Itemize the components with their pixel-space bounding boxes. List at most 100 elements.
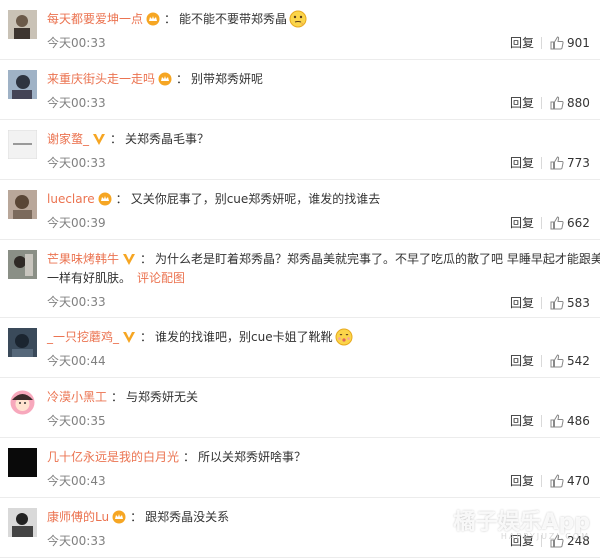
vip-v-badge-icon	[122, 252, 136, 266]
avatar[interactable]	[8, 328, 37, 357]
comment-text: 关郑秀晶毛事？	[125, 132, 210, 146]
like-count: 486	[567, 414, 590, 428]
action-divider	[541, 217, 542, 229]
watermark-subtitle: HAPPYJUZI.COM	[500, 532, 590, 541]
vip-v-badge-icon	[92, 132, 106, 146]
action-divider	[541, 97, 542, 109]
comment-time: 今天00:33	[47, 96, 106, 110]
like-count: 583	[567, 296, 590, 310]
comment-item: 来重庆街头走一走吗 ： 别带郑秀妍呢 今天00:33 回复 880	[0, 60, 600, 120]
comment-item: 冷漠小黑工 ： 与郑秀妍无关 今天00:35 回复 486	[0, 378, 600, 438]
comment-text: 跟郑秀晶没关系	[145, 510, 230, 524]
watermark: 橘子娱乐App HAPPYJUZI.COM	[420, 504, 590, 548]
comment-text: 别带郑秀妍呢	[191, 72, 264, 86]
avatar[interactable]	[8, 250, 37, 279]
username-link[interactable]: 几十亿永远是我的白月光	[47, 448, 179, 466]
username-link[interactable]: 每天都要爱坤一点	[47, 10, 143, 28]
comment-time: 今天00:39	[47, 216, 106, 230]
like-count: 662	[567, 216, 590, 230]
username-link[interactable]: 冷漠小黑工	[47, 388, 107, 406]
reply-button[interactable]: 回复	[510, 95, 534, 111]
action-divider	[541, 37, 542, 49]
comment-text-continued: 一样有好肌肤。 评论配图	[47, 269, 185, 287]
username-link[interactable]: 谢家蝥_	[47, 130, 89, 148]
thumbs-up-icon	[550, 216, 564, 230]
action-divider	[541, 157, 542, 169]
comment-time: 今天00:35	[47, 414, 106, 428]
colon: ：	[183, 450, 196, 464]
colon: ：	[111, 390, 124, 404]
colon: ：	[140, 252, 153, 266]
username-link[interactable]: 康师傅的Lu	[47, 508, 109, 526]
action-divider	[541, 475, 542, 487]
reply-button[interactable]: 回复	[510, 215, 534, 231]
action-divider	[541, 297, 542, 309]
avatar[interactable]	[8, 190, 37, 219]
like-count: 470	[567, 474, 590, 488]
thumbs-up-icon	[550, 296, 564, 310]
crown-badge-icon	[112, 510, 126, 524]
colon: ：	[164, 12, 177, 26]
like-button[interactable]: 901	[550, 35, 590, 51]
comment-item: _一只挖蘑鸡_ ： 谁发的找谁吧，别cue卡姐了靴靴 今天00:44 回复 54…	[0, 318, 600, 378]
colon: ：	[140, 330, 153, 344]
comment-image-link[interactable]: 评论配图	[137, 271, 185, 285]
comment-list: 每天都要爱坤一点 ： 能不能不要带郑秀晶 今天00:33 回复 901 来重庆街…	[0, 0, 600, 558]
avatar[interactable]	[8, 388, 37, 417]
reply-button[interactable]: 回复	[510, 353, 534, 369]
comment-item: 几十亿永远是我的白月光 ： 所以关郑秀妍啥事？ 今天00:43 回复 470	[0, 438, 600, 498]
like-button[interactable]: 880	[550, 95, 590, 111]
comment-text: 能不能不要带郑秀晶	[179, 12, 288, 26]
comment-time: 今天00:33	[47, 295, 106, 309]
username-link[interactable]: 来重庆街头走一走吗	[47, 70, 155, 88]
like-button[interactable]: 470	[550, 473, 590, 489]
like-count: 542	[567, 354, 590, 368]
username-link[interactable]: 芒果味烤韩牛	[47, 250, 119, 268]
like-button[interactable]: 773	[550, 155, 590, 171]
crown-badge-icon	[98, 192, 112, 206]
comment-text-line2: 一样有好肌肤。	[47, 271, 132, 285]
action-divider	[541, 355, 542, 367]
thumbs-up-icon	[550, 354, 564, 368]
comment-time: 今天00:44	[47, 354, 106, 368]
avatar[interactable]	[8, 130, 37, 159]
reply-button[interactable]: 回复	[510, 295, 534, 311]
thumbs-up-icon	[550, 474, 564, 488]
thumbs-up-icon	[550, 36, 564, 50]
avatar[interactable]	[8, 10, 37, 39]
thumbs-up-icon	[550, 414, 564, 428]
thumbs-up-icon	[550, 156, 564, 170]
reply-button[interactable]: 回复	[510, 155, 534, 171]
like-count: 901	[567, 36, 590, 50]
crown-badge-icon	[158, 72, 172, 86]
crown-badge-icon	[146, 12, 160, 26]
thinking-face-emoji-icon	[289, 10, 307, 28]
comment-text: 所以关郑秀妍啥事？	[198, 450, 307, 464]
comment-text: 为什么老是盯着郑秀晶？郑秀晶美就完事了。不早了吃瓜的散了吧 早睡早起才能跟美女	[155, 252, 600, 266]
colon: ：	[115, 192, 128, 206]
comment-text: 谁发的找谁吧，别cue卡姐了靴靴	[155, 330, 333, 344]
like-button[interactable]: 486	[550, 413, 590, 429]
reply-button[interactable]: 回复	[510, 413, 534, 429]
like-button[interactable]: 583	[550, 295, 590, 311]
colon: ：	[110, 132, 123, 146]
comment-time: 今天00:43	[47, 474, 106, 488]
comment-text: 与郑秀妍无关	[126, 390, 199, 404]
cute-face-emoji-icon	[335, 328, 353, 346]
action-divider	[541, 415, 542, 427]
like-button[interactable]: 542	[550, 353, 590, 369]
username-link[interactable]: _一只挖蘑鸡_	[47, 328, 119, 346]
reply-button[interactable]: 回复	[510, 473, 534, 489]
avatar[interactable]	[8, 70, 37, 99]
comment-item: 每天都要爱坤一点 ： 能不能不要带郑秀晶 今天00:33 回复 901	[0, 0, 600, 60]
vip-v-badge-icon	[122, 330, 136, 344]
username-link[interactable]: lueclare	[47, 190, 95, 208]
comment-time: 今天00:33	[47, 156, 106, 170]
like-button[interactable]: 662	[550, 215, 590, 231]
avatar[interactable]	[8, 448, 37, 477]
comment-time: 今天00:33	[47, 36, 106, 50]
avatar[interactable]	[8, 508, 37, 537]
colon: ：	[176, 72, 189, 86]
reply-button[interactable]: 回复	[510, 35, 534, 51]
colon: ：	[130, 510, 143, 524]
